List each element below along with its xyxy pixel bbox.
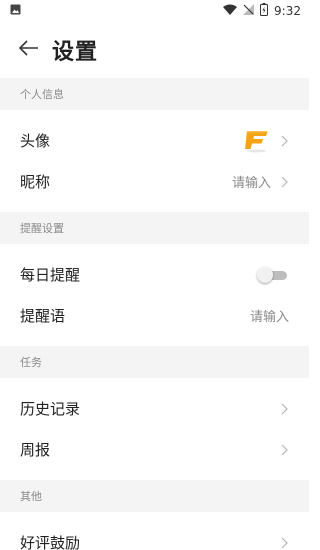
- row-right: 请输入: [232, 172, 289, 191]
- section-reminder: 每日提醒 提醒语 请输入: [0, 244, 309, 346]
- row-weekly-report[interactable]: 周报: [0, 429, 309, 470]
- status-right: 9:32: [223, 3, 301, 19]
- row-daily-reminder: 每日提醒: [0, 254, 309, 295]
- row-reminder-text[interactable]: 提醒语 请输入: [0, 295, 309, 336]
- section-header-task: 任务: [0, 346, 309, 378]
- row-avatar[interactable]: 头像: [0, 120, 309, 161]
- chevron-right-icon: [279, 175, 289, 189]
- row-history[interactable]: 历史记录: [0, 388, 309, 429]
- status-left: [10, 4, 21, 18]
- section-personal: 头像 昵称 请输入: [0, 110, 309, 212]
- page-title: 设置: [52, 40, 99, 65]
- row-label: 每日提醒: [20, 266, 81, 284]
- row-nickname[interactable]: 昵称 请输入: [0, 161, 309, 202]
- row-label: 历史记录: [20, 400, 81, 418]
- battery-icon: [260, 3, 269, 19]
- section-header-reminder: 提醒设置: [0, 212, 309, 244]
- section-header-personal: 个人信息: [0, 78, 309, 110]
- section-other: 好评鼓励: [0, 512, 309, 550]
- image-icon: [10, 4, 21, 18]
- row-rate-app[interactable]: 好评鼓励: [0, 522, 309, 550]
- row-right: [243, 126, 289, 155]
- row-label: 好评鼓励: [20, 534, 81, 550]
- toggle-knob: [257, 266, 273, 283]
- status-time: 9:32: [274, 4, 301, 18]
- chevron-right-icon: [279, 402, 289, 416]
- arrow-left-icon: [18, 40, 39, 60]
- back-button[interactable]: [16, 37, 42, 63]
- row-label: 提醒语: [20, 307, 66, 325]
- row-label: 头像: [20, 132, 51, 150]
- app-logo-icon: [245, 130, 268, 152]
- section-task: 历史记录 周报: [0, 378, 309, 480]
- chevron-right-icon: [279, 536, 289, 550]
- chevron-right-icon: [279, 134, 289, 148]
- nickname-value: 请输入: [231, 176, 271, 191]
- status-bar: 9:32: [0, 0, 309, 22]
- avatar: [243, 126, 271, 155]
- page-header: 设置: [0, 22, 309, 78]
- daily-reminder-toggle[interactable]: [257, 266, 287, 283]
- row-label: 昵称: [20, 173, 51, 191]
- reminder-text-value: 请输入: [249, 310, 289, 325]
- section-header-other: 其他: [0, 480, 309, 512]
- no-signal-icon: [243, 4, 255, 18]
- chevron-right-icon: [279, 443, 289, 457]
- row-label: 周报: [20, 441, 51, 459]
- wifi-icon: [223, 4, 238, 18]
